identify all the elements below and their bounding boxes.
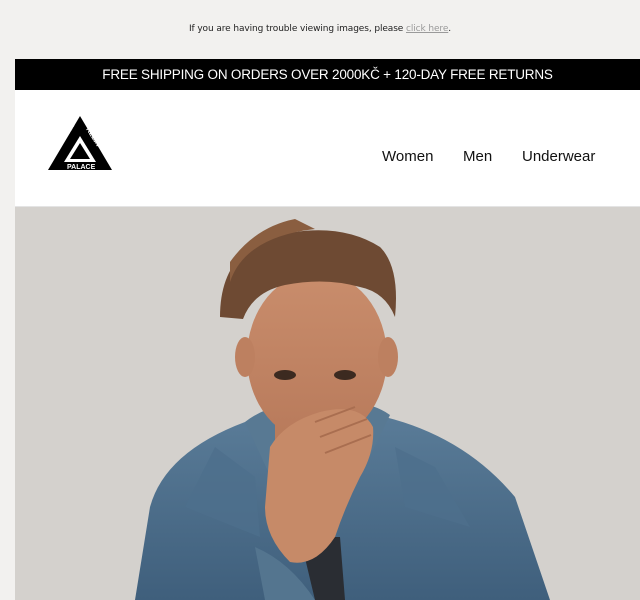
preheader-text: If you are having trouble viewing images… [188, 24, 407, 34]
nav-women[interactable]: Women [382, 148, 433, 165]
preheader-period: . [448, 24, 452, 34]
email-header: CALVIN KLEIN PALACE Women Men Underwear [15, 90, 640, 207]
click-here-link[interactable]: click here [406, 24, 448, 34]
shipping-banner-text: FREE SHIPPING ON ORDERS OVER 2000KČ + 12… [102, 67, 553, 82]
preheader: If you are having trouble viewing images… [0, 24, 640, 44]
logo-bottom-text: PALACE [67, 164, 96, 171]
nav-underwear[interactable]: Underwear [522, 148, 595, 165]
brand-logo[interactable]: CALVIN KLEIN PALACE [46, 114, 114, 176]
calvin-klein-palace-triangle-logo-icon: CALVIN KLEIN PALACE [48, 116, 112, 171]
hero-image[interactable] [15, 207, 640, 600]
shipping-banner[interactable]: FREE SHIPPING ON ORDERS OVER 2000KČ + 12… [15, 59, 640, 90]
man-in-denim-jacket-photo-icon [15, 207, 640, 600]
nav-men[interactable]: Men [463, 148, 492, 165]
